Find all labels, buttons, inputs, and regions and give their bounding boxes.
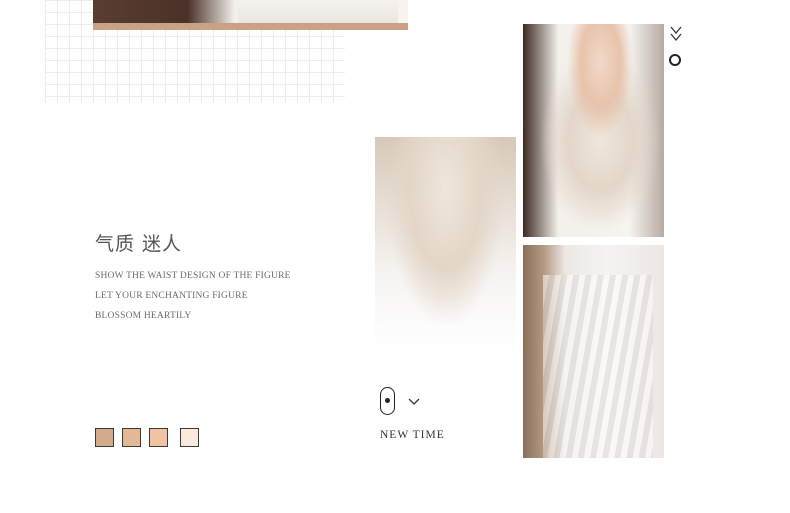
new-time-label: NEW TIME — [380, 429, 445, 441]
color-swatch-3 — [149, 428, 168, 447]
dress-photo-bodice — [375, 137, 516, 350]
tagline-line-3: BLOSSOM HEARTILY — [95, 311, 192, 321]
chevron-down-icon — [408, 398, 420, 405]
ring-icon — [669, 54, 681, 66]
color-swatch-1 — [95, 428, 114, 447]
scroll-mouse-icon — [380, 387, 395, 415]
dress-photo-skirt — [523, 245, 664, 458]
double-chevron-down-icon — [670, 26, 682, 42]
tagline-line-1: SHOW THE WAIST DESIGN OF THE FIGURE — [95, 271, 291, 281]
top-photo — [93, 0, 408, 30]
top-photo-skirt — [238, 0, 398, 23]
page-title: 气质 迷人 — [95, 233, 183, 255]
dress-photo-model — [523, 24, 664, 237]
scroll-mouse-dot — [385, 398, 390, 403]
color-swatch-4 — [180, 428, 199, 447]
tagline-line-2: LET YOUR ENCHANTING FIGURE — [95, 291, 248, 301]
color-swatch-2 — [122, 428, 141, 447]
